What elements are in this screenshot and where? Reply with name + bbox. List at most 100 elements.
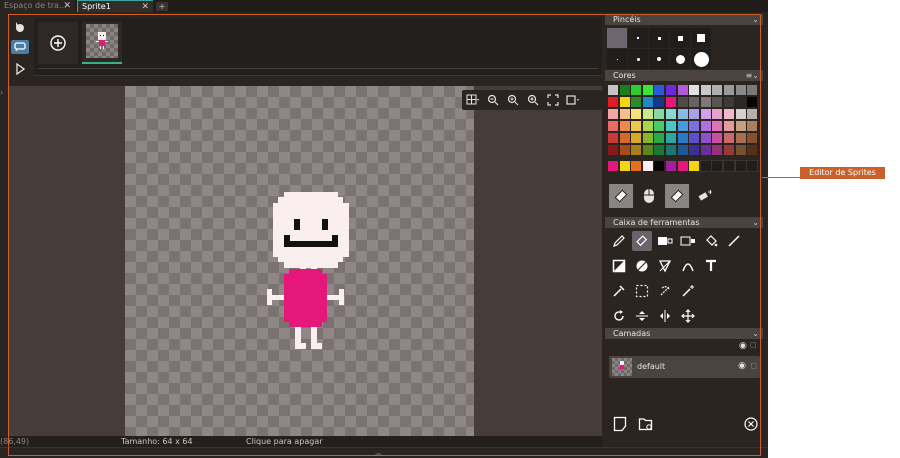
color-swatch[interactable]: [631, 97, 642, 107]
color-swatch[interactable]: [700, 97, 711, 107]
color-swatch[interactable]: [654, 145, 665, 155]
color-swatch[interactable]: [747, 97, 758, 107]
new-layer-icon[interactable]: [613, 416, 627, 432]
color-swatch[interactable]: [747, 133, 758, 143]
color-swatch[interactable]: [724, 97, 734, 107]
color-swatch[interactable]: [608, 97, 618, 107]
color-swatch[interactable]: [712, 121, 723, 131]
brush-size-1[interactable]: [607, 28, 627, 48]
pointer-mode-icon[interactable]: [11, 20, 29, 34]
rectangle-tool-icon[interactable]: [609, 256, 629, 276]
color-swatch[interactable]: [608, 145, 618, 155]
swap-tools-icon[interactable]: [693, 184, 717, 208]
mouse-icon[interactable]: [637, 184, 661, 208]
color-swatch[interactable]: [631, 133, 642, 143]
color-swatch[interactable]: [619, 121, 630, 131]
color-swatch[interactable]: [654, 97, 665, 107]
brush-size-5[interactable]: [691, 28, 711, 48]
color-swatch[interactable]: [712, 97, 723, 107]
color-swatch[interactable]: [642, 85, 653, 95]
lasso-select-icon[interactable]: [655, 281, 675, 301]
chevron-up-icon[interactable]: ︽: [375, 448, 382, 458]
brush-round-1[interactable]: [607, 49, 627, 69]
brush-size-2[interactable]: [628, 28, 648, 48]
color-swatch[interactable]: [700, 145, 711, 155]
color-swatch[interactable]: [747, 121, 758, 131]
arc-tool-icon[interactable]: [678, 256, 698, 276]
brushes-header[interactable]: Pincéis ⌄: [605, 14, 763, 25]
sprite-edit-mode-icon[interactable]: [11, 40, 29, 54]
eye-icon[interactable]: ◉: [738, 361, 746, 371]
close-circle-icon[interactable]: [744, 417, 758, 431]
color-swatch[interactable]: [654, 133, 665, 143]
color-swatch[interactable]: [735, 145, 746, 155]
brush-round-3[interactable]: [649, 49, 669, 69]
color-swatch[interactable]: [666, 97, 676, 107]
flip-horizontal-icon[interactable]: [655, 306, 675, 326]
color-swatch[interactable]: [735, 121, 746, 131]
color-swatch[interactable]: [654, 109, 665, 119]
color-swatch[interactable]: [666, 121, 676, 131]
custom-color-swatch[interactable]: [711, 160, 724, 172]
color-swatch[interactable]: [666, 145, 676, 155]
zoom-reset-icon[interactable]: [504, 92, 522, 108]
color-swatch[interactable]: [712, 85, 723, 95]
color-swatch[interactable]: [724, 121, 734, 131]
tab-workspace[interactable]: Espaço de tra... ✕: [0, 0, 75, 12]
color-swatch[interactable]: [666, 109, 676, 119]
color-swatch[interactable]: [712, 145, 723, 155]
color-swatch[interactable]: [689, 145, 700, 155]
background-icon[interactable]: [564, 92, 582, 108]
custom-color-swatch[interactable]: [746, 160, 759, 172]
color-swatch[interactable]: [631, 85, 642, 95]
pencil-icon[interactable]: [609, 231, 629, 251]
color-swatch[interactable]: [619, 97, 630, 107]
brush-size-3[interactable]: [649, 28, 669, 48]
color-swatch[interactable]: [608, 109, 618, 119]
custom-color-swatch[interactable]: [677, 161, 688, 171]
color-swatch[interactable]: [608, 85, 618, 95]
rotate-icon[interactable]: [609, 306, 629, 326]
color-swatch[interactable]: [631, 121, 642, 131]
color-swatch[interactable]: [666, 85, 676, 95]
fit-screen-icon[interactable]: [544, 92, 562, 108]
frame-thumbnail[interactable]: [82, 22, 122, 64]
brush-round-5[interactable]: [691, 49, 711, 69]
add-tab-button[interactable]: +: [156, 2, 168, 11]
text-tool-icon[interactable]: [701, 256, 721, 276]
color-swatch[interactable]: [677, 121, 688, 131]
color-swatch[interactable]: [619, 133, 630, 143]
color-swatch[interactable]: [642, 121, 653, 131]
line-icon[interactable]: [724, 231, 744, 251]
custom-color-swatch[interactable]: [689, 161, 700, 171]
open-folder-icon[interactable]: [638, 416, 654, 432]
menu-icon[interactable]: ≡⌄: [746, 70, 759, 81]
color-swatch[interactable]: [642, 109, 653, 119]
color-swatch[interactable]: [654, 85, 665, 95]
color-swatch[interactable]: [654, 121, 665, 131]
color-swatch[interactable]: [735, 97, 746, 107]
brush-round-2[interactable]: [628, 49, 648, 69]
magic-wand-icon[interactable]: [678, 281, 698, 301]
color-swatch[interactable]: [619, 145, 630, 155]
color-swatch[interactable]: [724, 109, 734, 119]
custom-color-swatch[interactable]: [631, 161, 642, 171]
flip-vertical-icon[interactable]: [632, 306, 652, 326]
custom-color-swatch[interactable]: [608, 161, 618, 171]
color-swatch[interactable]: [642, 97, 653, 107]
close-icon[interactable]: ✕: [63, 0, 71, 12]
lock-icon[interactable]: ▢: [750, 362, 757, 370]
color-swatch[interactable]: [735, 109, 746, 119]
color-swatch[interactable]: [735, 133, 746, 143]
custom-color-swatch[interactable]: [666, 161, 676, 171]
eraser-alt-icon[interactable]: [665, 184, 689, 208]
tab-sprite1[interactable]: Sprite1 ✕: [77, 0, 153, 12]
ellipse-tool-icon[interactable]: [632, 256, 652, 276]
color-swatch[interactable]: [631, 145, 642, 155]
color-swatch[interactable]: [700, 133, 711, 143]
color-swatch[interactable]: [677, 97, 688, 107]
chevron-right-icon[interactable]: ›: [0, 88, 8, 98]
move-icon[interactable]: [678, 306, 698, 326]
color-swatch[interactable]: [677, 85, 688, 95]
toolbox-header[interactable]: Caixa de ferramentas ⌄: [605, 217, 763, 228]
